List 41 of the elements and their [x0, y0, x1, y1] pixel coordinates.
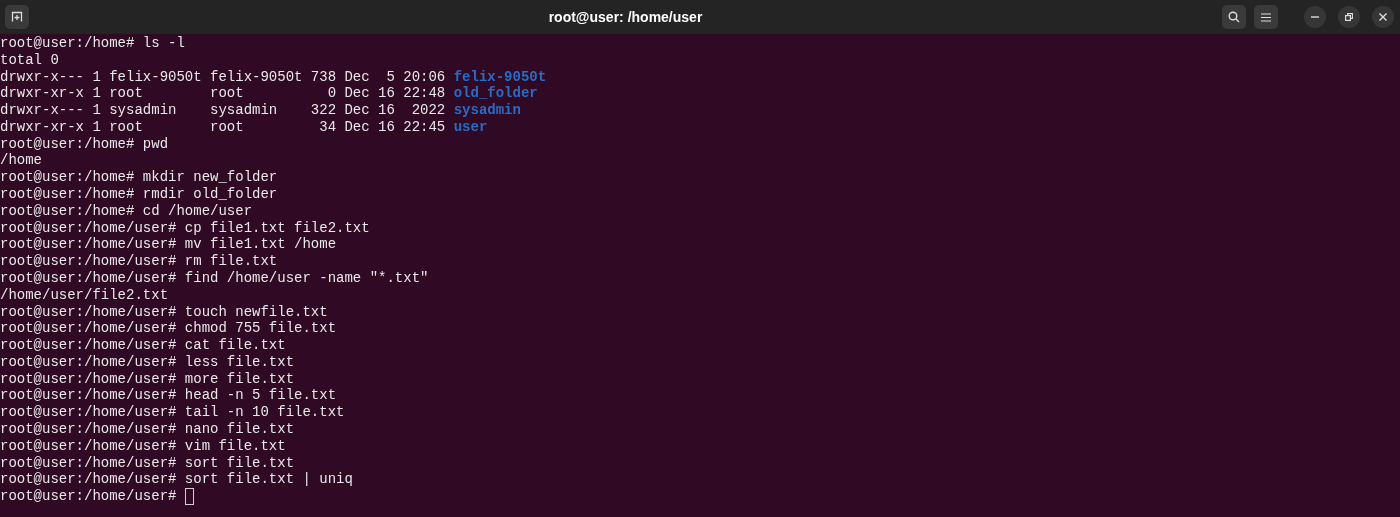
minimize-icon	[1311, 16, 1319, 18]
terminal-line: /home	[0, 152, 42, 170]
terminal-line: root@user:/home/user# chmod 755 file.txt	[0, 320, 337, 338]
terminal-line: /home/user/file2.txt	[0, 286, 169, 304]
terminal-line: root@user:/home/user# head -n 5 file.txt	[0, 387, 337, 405]
new-tab-icon	[11, 11, 23, 23]
terminal-line: root@user:/home/user# touch newfile.txt	[0, 303, 328, 321]
window-title: root@user: /home/user	[548, 7, 703, 27]
terminal-line: root@user:/home/user# tail -n 10 file.txt	[0, 404, 345, 421]
minimize-button[interactable]	[1304, 6, 1326, 28]
terminal-line: root@user:/home# ls -l	[0, 35, 185, 52]
terminal-line: root@user:/home/user# cp file1.txt file2.txt	[0, 219, 370, 237]
terminal-line: root@user:/home/user# vim file.txt	[0, 437, 286, 455]
terminal-line: drwxr-xr-x 1 root root 0 Dec 16 22:48 old_folder	[0, 85, 538, 103]
terminal-line: root@user:/home/user# cat file.txt	[0, 337, 286, 354]
restore-icon	[1345, 13, 1353, 21]
terminal-line: root@user:/home/user# rm file.txt	[0, 253, 278, 270]
terminal-line: root@user:/home/user# find /home/user -name "*.txt"	[0, 269, 429, 287]
menu-button[interactable]	[1254, 5, 1278, 29]
terminal-line: root@user:/home/user# mv file1.txt /home	[0, 236, 337, 254]
restore-button[interactable]	[1338, 6, 1360, 28]
search-icon	[1228, 11, 1240, 23]
terminal-line: root@user:/home# rmdir old_folder	[0, 186, 278, 203]
terminal-line: root@user:/home/user#	[0, 488, 194, 506]
terminal-line: root@user:/home/user# sort file.txt	[0, 454, 295, 472]
terminal-line: root@user:/home/user# less file.txt	[0, 353, 295, 371]
terminal-line: total 0	[0, 51, 59, 69]
terminal-line: root@user:/home/user# more file.txt	[0, 370, 295, 388]
terminal-line: drwxr-x--- 1 felix-9050t felix-9050t 738 Dec 5 20:06 felix-9050t	[0, 68, 547, 86]
terminal-line: root@user:/home/user# nano file.txt	[0, 420, 295, 438]
new-tab-button[interactable]	[5, 5, 29, 29]
terminal-line: root@user:/home# pwd	[0, 135, 169, 153]
close-icon	[1379, 13, 1387, 21]
menu-icon	[1261, 12, 1271, 22]
close-button[interactable]	[1372, 6, 1394, 28]
terminal-line: root@user:/home/user# sort file.txt | uniq	[0, 471, 353, 489]
terminal-line: root@user:/home# cd /home/user	[0, 202, 253, 220]
terminal-line: root@user:/home# mkdir new_folder	[0, 169, 278, 187]
terminal-line: drwxr-x--- 1 sysadmin sysadmin 322 Dec 16 2022 sysadmin	[0, 102, 521, 119]
terminal-line: drwxr-xr-x 1 root root 34 Dec 16 22:45 user	[0, 118, 488, 136]
search-button[interactable]	[1222, 5, 1246, 29]
